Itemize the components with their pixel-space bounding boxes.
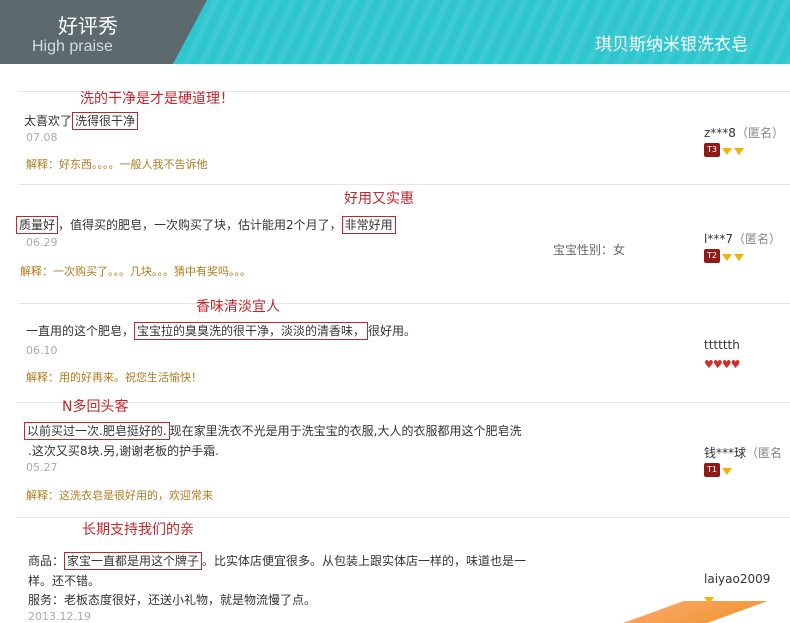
review-text: 太喜欢了 洗得很干净: [24, 112, 139, 130]
reviewer-id: 钱***球: [704, 446, 747, 460]
review-date: 2013.12.19: [28, 610, 91, 623]
review-date: 05.27: [26, 461, 58, 474]
reviewer-id: laiyao2009: [704, 572, 771, 586]
diamond-icon: [734, 253, 744, 261]
anonymous-label: （匿名: [746, 446, 783, 460]
level-icon: T1: [704, 463, 720, 477]
diamond-icon: [722, 467, 732, 475]
diamond-icon: [734, 147, 744, 155]
review-highlight-tag: N多回头客: [62, 399, 129, 415]
highlight-box: 家宝一直都是用这个牌子: [64, 552, 203, 570]
reviewer-name[interactable]: laiyao2009: [704, 572, 770, 586]
review-text-part: 一直用的这个肥皂，: [26, 324, 135, 338]
review-service-text: 服务：老板态度很好，还送小礼物，就是物流慢了点。: [28, 593, 317, 607]
reviewer-level: T2: [704, 249, 744, 263]
anonymous-label: （匿名）: [732, 232, 781, 246]
review-text: 一直用的这个肥皂， 宝宝拉的臭臭洗的很干净，淡淡的清香味， 很好用。: [26, 322, 417, 340]
reviewer-id: z***8: [704, 126, 736, 140]
review-highlight-tag: 洗的干净是才是硬道理！: [80, 91, 234, 107]
reviewer-id: tttttth: [704, 338, 740, 352]
reviewer-level: ♥♥♥♥: [704, 357, 740, 371]
heart-icon: ♥♥♥♥: [704, 357, 740, 371]
review-text-part: 很好用。: [368, 324, 417, 338]
highlight-box: 以前买过一次.肥皂挺好的.: [24, 422, 170, 440]
product-name: 琪贝斯纳米银洗衣皂: [595, 35, 748, 55]
highlight-box: 非常好用: [341, 216, 396, 234]
decorative-wave: [570, 601, 790, 623]
review-text-line2: 样。还不错。: [28, 574, 101, 588]
highlight-box: 洗得很干净: [72, 112, 139, 130]
seller-reply: 解释：一次购买了。。。几块。。。猜中有奖吗。。。: [20, 265, 251, 278]
review-text-part: 商品：: [28, 554, 65, 568]
review-text-part: 。比实体店便宜很多。从包装上跟实体店一样的，味道也是一: [202, 554, 527, 568]
seller-reply: 解释：这洗衣皂是很好用的，欢迎常来: [26, 489, 213, 502]
review-text-part: 现在家里洗衣不光是用于洗宝宝的衣服,大人的衣服都用这个肥皂洗: [169, 424, 522, 438]
review-text-part: ，值得买的肥皂，一次购买了块，估计能用2个月了，: [58, 218, 342, 232]
level-icon: T3: [704, 143, 720, 157]
review-highlight-tag: 好用又实惠: [344, 191, 414, 207]
review-text: 商品： 家宝一直都是用这个牌子 。比实体店便宜很多。从包装上跟实体店一样的，味道也是…: [28, 552, 527, 570]
review-divider: [18, 184, 790, 185]
review-text: 以前买过一次.肥皂挺好的. 现在家里洗衣不光是用于洗宝宝的衣服,大人的衣服都用这个…: [24, 422, 522, 440]
highlight-box: 质量好: [16, 216, 59, 234]
anonymous-label: （匿名）: [735, 126, 784, 140]
review-text-part: 太喜欢了: [24, 114, 73, 128]
section-title-cn: 好评秀: [58, 14, 118, 38]
review-highlight-tag: 长期支持我们的亲: [82, 522, 194, 538]
seller-reply: 解释：好东西。。。。一般人我不告诉他: [26, 158, 208, 171]
reviewer-id: l***7: [704, 232, 733, 246]
highlight-box: 宝宝拉的臭臭洗的很干净，淡淡的清香味，: [134, 322, 369, 340]
seller-reply: 解释：用的好再来。祝您生活愉快！: [26, 371, 202, 384]
review-highlight-tag: 香味清淡宜人: [196, 299, 280, 315]
section-title-en: High praise: [32, 38, 113, 55]
review-date: 06.29: [26, 236, 58, 249]
reviewer-name[interactable]: z***8（匿名）: [704, 124, 784, 141]
reviewer-name[interactable]: tttttth: [704, 338, 740, 352]
baby-gender: 宝宝性别：女: [553, 243, 626, 257]
review-text: 质量好 ，值得买的肥皂，一次购买了块，估计能用2个月了， 非常好用: [16, 216, 396, 234]
reviewer-name[interactable]: l***7（匿名）: [704, 230, 781, 247]
review-text-line2: .这次又买8块.另,谢谢老板的护手霜.: [28, 444, 219, 458]
review-divider: [18, 303, 790, 304]
reviewer-name[interactable]: 钱***球（匿名: [704, 444, 782, 461]
reviewer-level: T1: [704, 463, 732, 477]
header-banner: 好评秀 High praise 琪贝斯纳米银洗衣皂: [0, 0, 790, 64]
level-icon: T2: [704, 249, 720, 263]
review-divider: [18, 402, 790, 403]
diamond-icon: [722, 147, 732, 155]
review-divider: [18, 517, 790, 518]
review-date: 07.08: [26, 131, 58, 144]
review-date: 06.10: [26, 344, 58, 357]
diamond-icon: [722, 253, 732, 261]
reviewer-level: T3: [704, 143, 744, 157]
